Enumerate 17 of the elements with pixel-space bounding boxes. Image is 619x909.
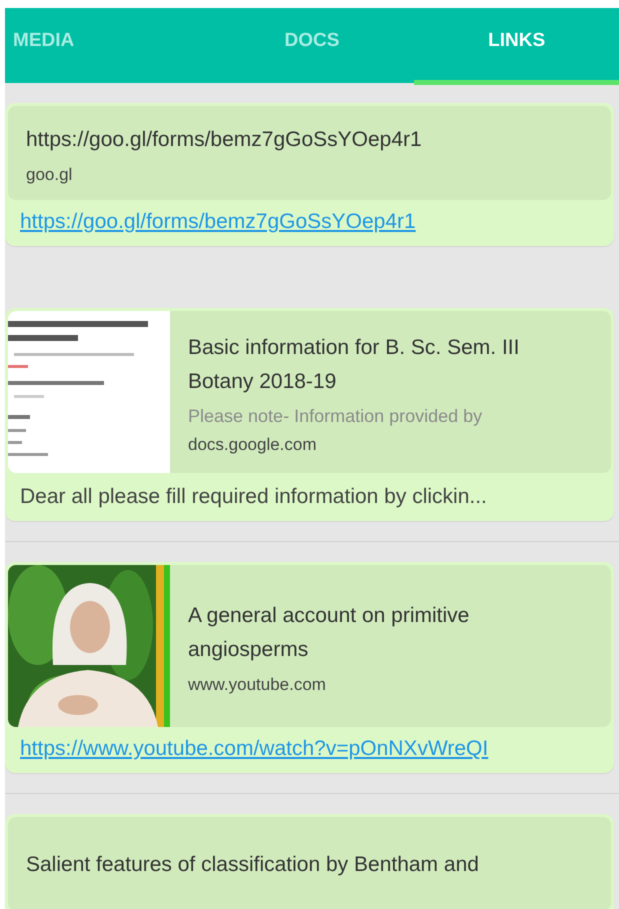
link-description: Please note- Information provided by [188, 406, 484, 428]
link-title: https://goo.gl/forms/bemz7gGoSsYOep4r1 [26, 127, 422, 154]
link[interactable]: https://www.youtube.com/watch?v=pOnNXvWreQI [20, 737, 488, 761]
link-preview[interactable]: Salient features of classification by Bentham and [8, 817, 611, 909]
link-domain: goo.gl [26, 164, 74, 185]
tab[interactable]: MEDIA [5, 8, 210, 85]
tab[interactable]: DOCS [210, 8, 414, 85]
link-domain: www.youtube.com [188, 674, 327, 695]
link-preview[interactable]: Basic information for B. Sc. Sem. III Botany 2018-19 Please note- Information provided by docs.google.com [8, 311, 611, 473]
link-title: Salient features of classification by Bentham and [26, 852, 479, 878]
link[interactable]: https://goo.gl/forms/bemz7gGoSsYOep4r1 [20, 210, 416, 234]
link-domain: docs.google.com [188, 435, 318, 456]
link-title: A general account on primitive angiosperms [188, 603, 470, 663]
link-preview[interactable]: A general account on primitive angiosperms www.youtube.com [8, 565, 611, 727]
link-preview[interactable]: https://goo.gl/forms/bemz7gGoSsYOep4r1 goo.gl [8, 106, 611, 200]
link-title: Basic information for B. Sc. Sem. III Botany 2018-19 [188, 334, 520, 394]
message-text: Dear all please fill required information by clickin... [20, 485, 488, 509]
